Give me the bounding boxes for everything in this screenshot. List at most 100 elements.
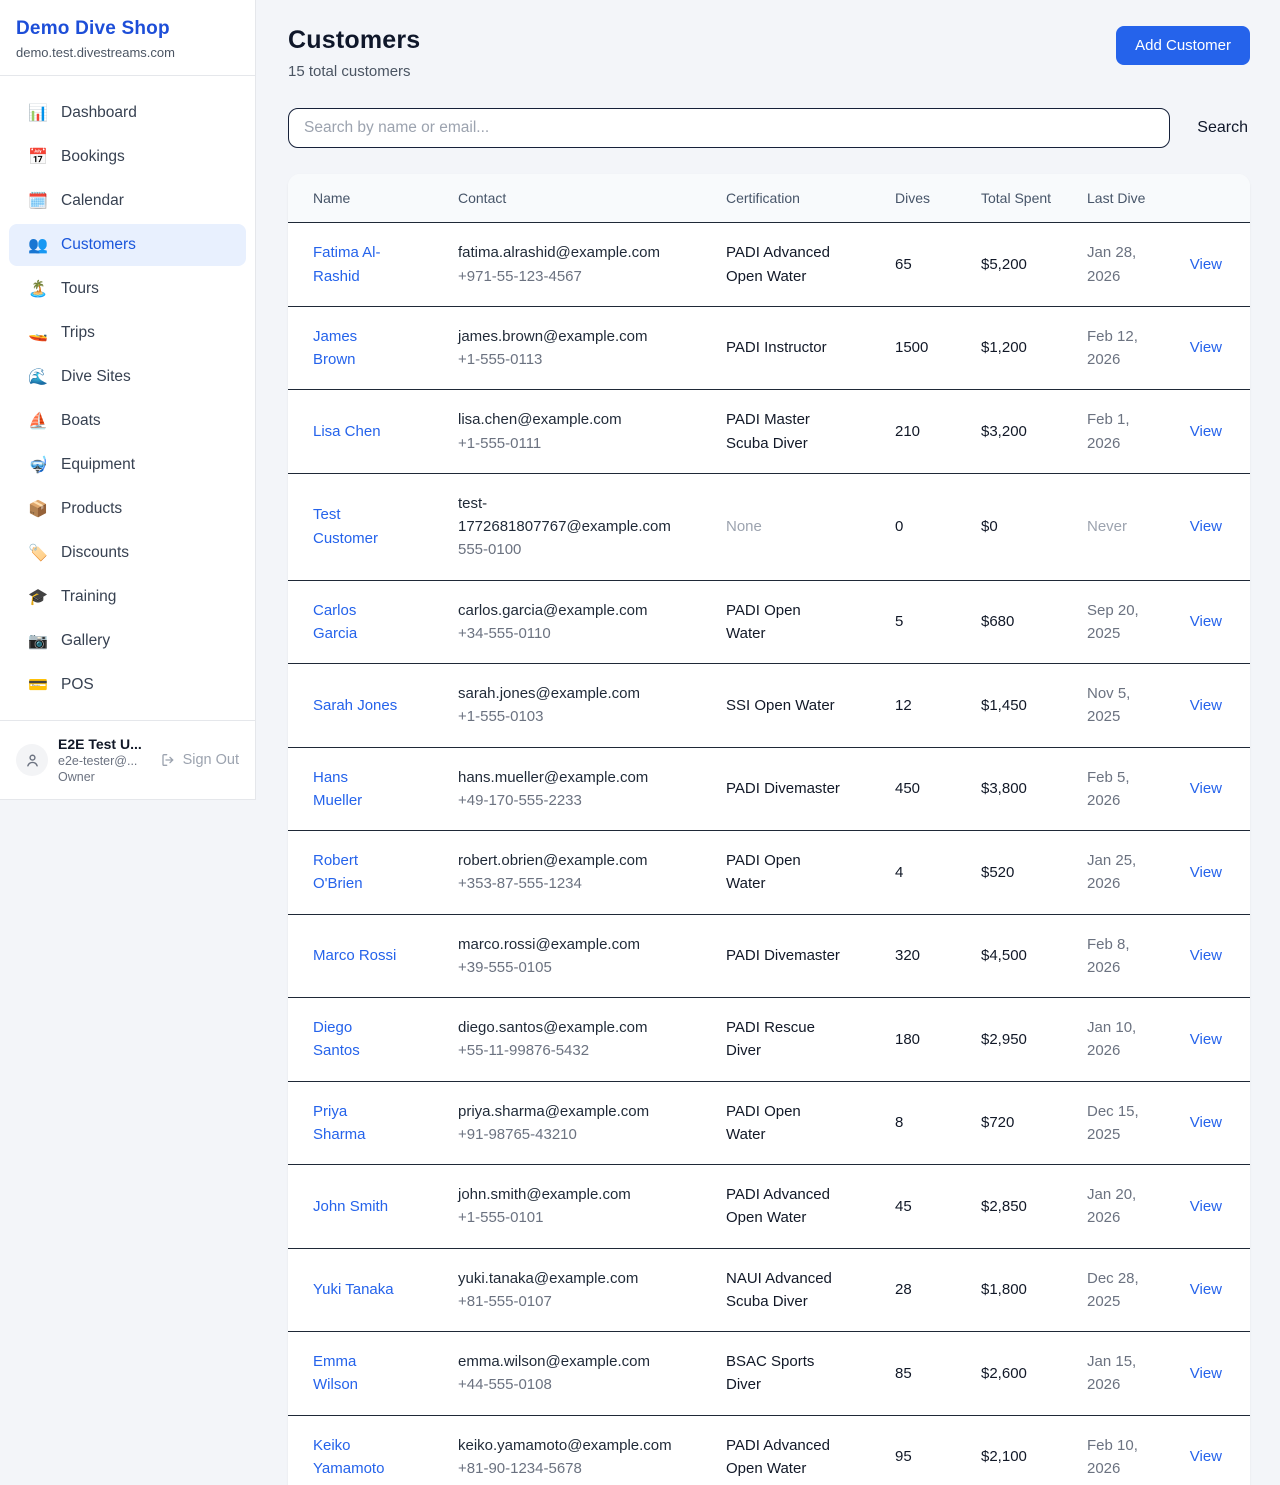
sidebar-item-dive-sites[interactable]: 🌊 Dive Sites [9, 356, 246, 398]
cell-contact: carlos.garcia@example.com +34-555-0110 [458, 580, 726, 664]
customer-dives: 320 [895, 947, 920, 964]
cell-contact: robert.obrien@example.com +353-87-555-12… [458, 831, 726, 915]
customer-last-dive: Dec 28, 2025 [1087, 1270, 1139, 1310]
customer-certification: BSAC Sports Diver [726, 1350, 840, 1397]
brand-block: Demo Dive Shop demo.test.divestreams.com [0, 0, 255, 76]
customer-name-link[interactable]: Fatima Al-Rashid [313, 241, 399, 288]
sidebar-item-equipment[interactable]: 🤿 Equipment [9, 444, 246, 486]
customer-dives: 28 [895, 1281, 912, 1298]
customer-phone: +39-555-0105 [458, 959, 552, 976]
customer-dives: 12 [895, 697, 912, 714]
user-role: Owner [58, 770, 142, 784]
cell-contact: fatima.alrashid@example.com +971-55-123-… [458, 223, 726, 307]
view-customer-link[interactable]: View [1190, 339, 1222, 356]
view-customer-link[interactable]: View [1190, 697, 1222, 714]
customer-name-link[interactable]: Hans Mueller [313, 766, 399, 813]
customer-phone: +49-170-555-2233 [458, 792, 582, 809]
cell-contact: keiko.yamamoto@example.com +81-90-1234-5… [458, 1415, 726, 1485]
sidebar-item-calendar[interactable]: 🗓️ Calendar [9, 180, 246, 222]
table-row: James Brown james.brown@example.com +1-5… [288, 306, 1250, 390]
customer-dives: 65 [895, 256, 912, 273]
view-customer-link[interactable]: View [1190, 1281, 1222, 1298]
sidebar-item-bookings[interactable]: 📅 Bookings [9, 136, 246, 178]
view-customer-link[interactable]: View [1190, 780, 1222, 797]
customer-email: sarah.jones@example.com [458, 682, 640, 705]
view-customer-link[interactable]: View [1190, 1198, 1222, 1215]
view-customer-link[interactable]: View [1190, 864, 1222, 881]
brand-name: Demo Dive Shop [16, 18, 239, 40]
sidebar-item-trips[interactable]: 🚤 Trips [9, 312, 246, 354]
search-button[interactable]: Search [1195, 115, 1250, 141]
customer-name-link[interactable]: Diego Santos [313, 1016, 399, 1063]
customer-email: lisa.chen@example.com [458, 408, 622, 431]
customer-name-link[interactable]: Keiko Yamamoto [313, 1434, 399, 1481]
view-customer-link[interactable]: View [1190, 1031, 1222, 1048]
sidebar-item-customers[interactable]: 👥 Customers [9, 224, 246, 266]
cell-total-spent: $1,800 [981, 1248, 1087, 1332]
view-customer-link[interactable]: View [1190, 256, 1222, 273]
customer-last-dive: Feb 8, 2026 [1087, 936, 1130, 976]
customer-name-link[interactable]: Yuki Tanaka [313, 1278, 394, 1301]
cell-total-spent: $680 [981, 580, 1087, 664]
customer-phone: +353-87-555-1234 [458, 875, 582, 892]
table-row: Robert O'Brien robert.obrien@example.com… [288, 831, 1250, 915]
cell-dives: 95 [895, 1415, 981, 1485]
sidebar-item-pos[interactable]: 💳 POS [9, 664, 246, 706]
sidebar-item-discounts[interactable]: 🏷️ Discounts [9, 532, 246, 574]
customer-name-link[interactable]: Carlos Garcia [313, 599, 399, 646]
add-customer-button[interactable]: Add Customer [1116, 26, 1250, 65]
table-row: Sarah Jones sarah.jones@example.com +1-5… [288, 664, 1250, 748]
table-row: Priya Sharma priya.sharma@example.com +9… [288, 1081, 1250, 1165]
customer-name-link[interactable]: Sarah Jones [313, 694, 397, 717]
cell-certification: PADI Master Scuba Diver [726, 390, 895, 474]
view-customer-link[interactable]: View [1190, 947, 1222, 964]
customer-email: hans.mueller@example.com [458, 766, 648, 789]
col-header-certification: Certification [726, 174, 895, 223]
col-header-total-spent: Total Spent [981, 174, 1087, 223]
view-customer-link[interactable]: View [1190, 423, 1222, 440]
app-root: Demo Dive Shop demo.test.divestreams.com… [0, 0, 1280, 1485]
cell-certification: PADI Instructor [726, 306, 895, 390]
customers-table: Name Contact Certification Dives Total S… [288, 174, 1250, 1485]
view-customer-link[interactable]: View [1190, 1448, 1222, 1465]
sidebar-item-products[interactable]: 📦 Products [9, 488, 246, 530]
view-customer-link[interactable]: View [1190, 518, 1222, 535]
customer-name-link[interactable]: John Smith [313, 1195, 388, 1218]
search-input[interactable] [288, 108, 1170, 148]
customer-name-link[interactable]: Emma Wilson [313, 1350, 399, 1397]
customer-total-spent: $520 [981, 864, 1014, 881]
customer-name-link[interactable]: Lisa Chen [313, 420, 381, 443]
view-customer-link[interactable]: View [1190, 1114, 1222, 1131]
customer-dives: 95 [895, 1448, 912, 1465]
cell-name: Sarah Jones [288, 664, 458, 748]
dashboard-icon: 📊 [28, 103, 48, 123]
sidebar-item-tours[interactable]: 🏝️ Tours [9, 268, 246, 310]
customer-phone: +971-55-123-4567 [458, 268, 582, 285]
customer-email: emma.wilson@example.com [458, 1350, 650, 1373]
cell-contact: diego.santos@example.com +55-11-99876-54… [458, 998, 726, 1082]
cell-last-dive: Feb 10, 2026 [1087, 1415, 1177, 1485]
customer-last-dive: Feb 10, 2026 [1087, 1437, 1138, 1477]
sidebar-item-boats[interactable]: ⛵ Boats [9, 400, 246, 442]
customer-name-link[interactable]: Robert O'Brien [313, 849, 399, 896]
sign-out-button[interactable]: Sign Out [160, 752, 239, 768]
sidebar-item-dashboard[interactable]: 📊 Dashboard [9, 92, 246, 134]
customer-total-spent: $0 [981, 518, 998, 535]
table-row: Test Customer test-1772681807767@example… [288, 473, 1250, 580]
customer-email: priya.sharma@example.com [458, 1100, 649, 1123]
customer-phone: +44-555-0108 [458, 1376, 552, 1393]
customer-phone: +1-555-0103 [458, 708, 544, 725]
cell-last-dive: Jan 20, 2026 [1087, 1165, 1177, 1249]
cell-view: View [1177, 747, 1250, 831]
view-customer-link[interactable]: View [1190, 1365, 1222, 1382]
customer-name-link[interactable]: Marco Rossi [313, 944, 396, 967]
customer-name-link[interactable]: Test Customer [313, 503, 399, 550]
view-customer-link[interactable]: View [1190, 613, 1222, 630]
sidebar-item-training[interactable]: 🎓 Training [9, 576, 246, 618]
customer-name-link[interactable]: James Brown [313, 325, 399, 372]
cell-last-dive: Feb 5, 2026 [1087, 747, 1177, 831]
sidebar-item-gallery[interactable]: 📷 Gallery [9, 620, 246, 662]
customer-name-link[interactable]: Priya Sharma [313, 1100, 399, 1147]
customer-certification: NAUI Advanced Scuba Diver [726, 1267, 840, 1314]
customer-total-spent: $1,800 [981, 1281, 1027, 1298]
